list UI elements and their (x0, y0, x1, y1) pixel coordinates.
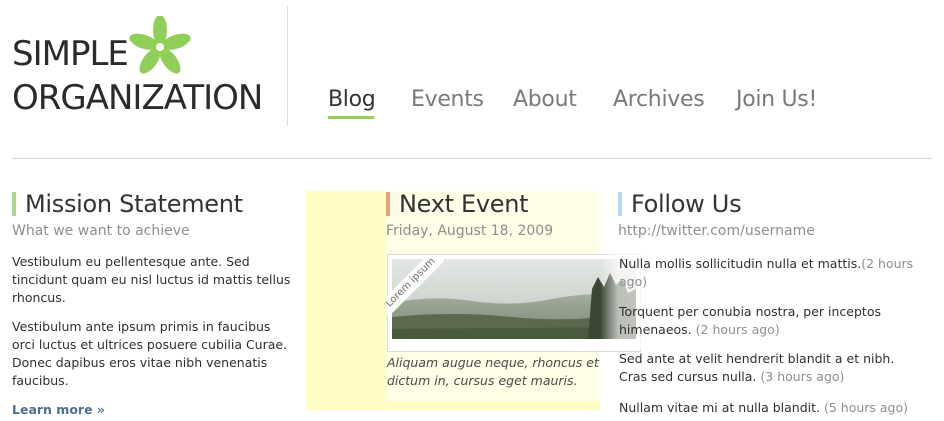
tweet-item: Nulla mollis sollicitudin nulla et matti… (619, 255, 919, 291)
learn-more-link[interactable]: Learn more » (12, 402, 105, 417)
header-divider (287, 6, 288, 126)
event-title-text: Next Event (399, 190, 529, 218)
follow-title-text: Follow Us (631, 190, 742, 218)
event-section: Next Event Friday, August 18, 2009 Lorem… (386, 190, 641, 388)
mission-subtitle: What we want to achieve (12, 223, 190, 239)
tweet-text: Nulla mollis sollicitudin nulla et matti… (619, 256, 862, 271)
mission-title-text: Mission Statement (25, 190, 243, 218)
nav-events[interactable]: Events (411, 85, 484, 115)
mission-paragraph-2: Vestibulum ante ipsum primis in faucibus… (12, 319, 288, 388)
mission-title-bar (12, 192, 16, 216)
event-caption: Aliquam augue neque, rhoncus et dictum i… (387, 355, 599, 388)
follow-section: Follow Us http://twitter.com/username Nu… (618, 190, 918, 415)
nav-about[interactable]: About (513, 85, 577, 115)
header-separator (12, 158, 932, 159)
event-date: Friday, August 18, 2009 (386, 223, 554, 239)
mission-paragraph-1: Vestibulum eu pellentesque ante. Sed tin… (12, 254, 291, 305)
event-title-bar (386, 192, 390, 216)
event-photo[interactable]: Lorem ipsum (386, 254, 641, 352)
event-ribbon: Lorem ipsum (386, 257, 444, 315)
nav-archives[interactable]: Archives (613, 85, 705, 115)
twitter-url[interactable]: http://twitter.com/username (618, 223, 918, 239)
nav-join-us[interactable]: Join Us! (736, 85, 817, 115)
logo-text-line1: SIMPLE (12, 34, 129, 74)
nav-active-underline (328, 116, 374, 119)
tweet-text: Sed ante at velit hendrerit blandit a et… (619, 351, 895, 384)
tweet-item: Nullam vitae mi at nulla blandit. (5 hou… (619, 399, 919, 417)
tweet-time: (3 hours ago) (760, 369, 845, 384)
tweet-time: (5 hours ago) (823, 400, 909, 415)
tweet-item: Torquent per conubia nostra, per incepto… (619, 303, 919, 339)
mission-section: Mission Statement What we want to achiev… (12, 190, 292, 418)
nav-blog[interactable]: Blog (328, 85, 376, 115)
mission-title: Mission Statement (12, 190, 292, 218)
tweet-time: (2 hours ago) (695, 322, 780, 337)
site-logo[interactable]: SIMPLE ORGANIZATION (12, 16, 282, 120)
flower-icon (129, 16, 191, 74)
follow-title-bar (618, 192, 622, 216)
tweet-text: Nullam vitae mi at nulla blandit. (619, 400, 820, 415)
event-ribbon-text: Lorem ipsum (386, 257, 444, 315)
follow-title: Follow Us (618, 190, 918, 218)
event-title: Next Event (386, 190, 636, 218)
logo-text-line2: ORGANIZATION (12, 78, 263, 118)
tweet-item: Sed ante at velit hendrerit blandit a et… (619, 350, 919, 386)
